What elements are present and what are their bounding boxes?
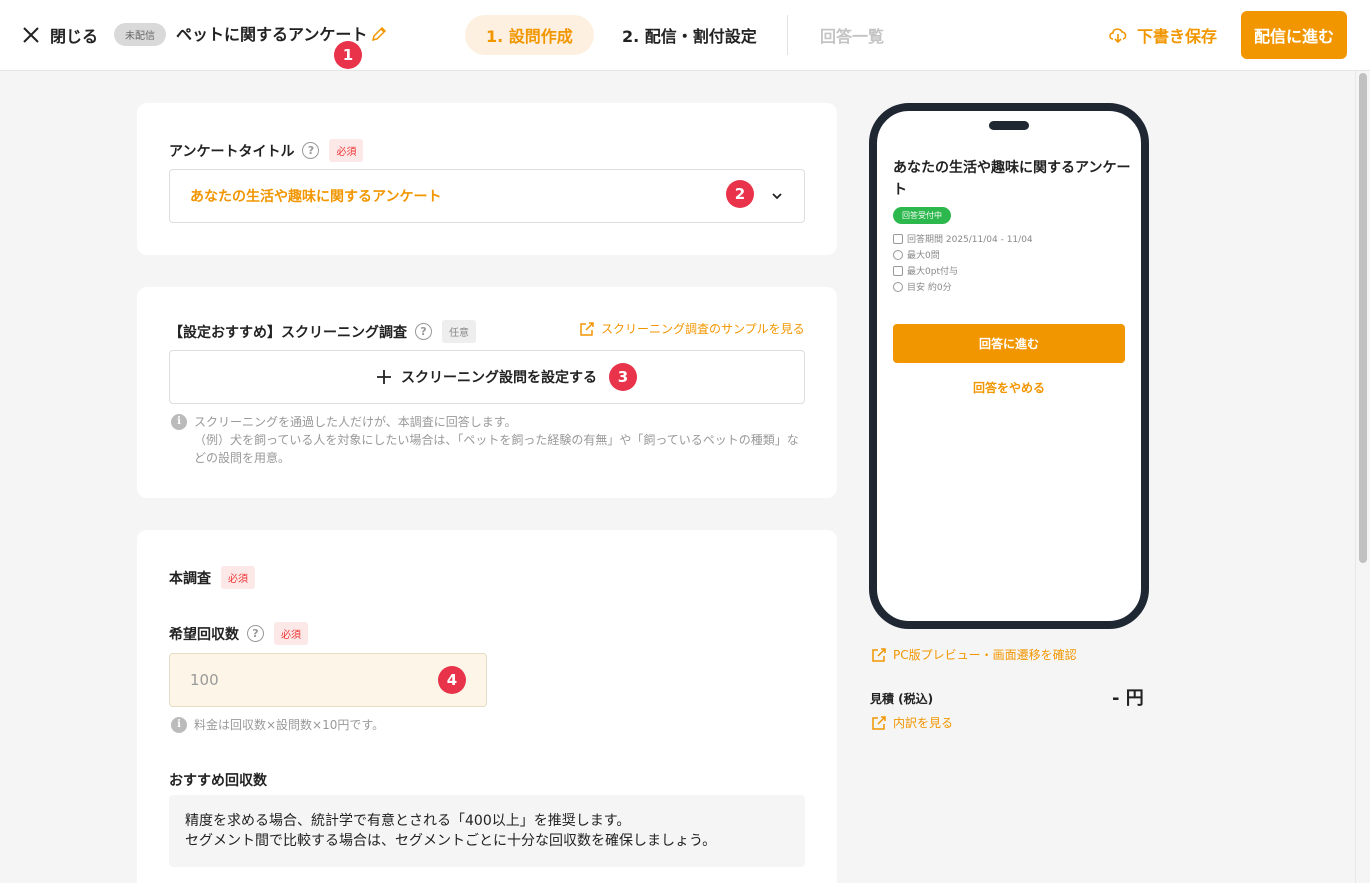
phone-notch (989, 121, 1029, 130)
close-label: 閉じる (50, 27, 99, 46)
preview-time-estimate: 目安 約0分 (893, 280, 952, 293)
annotation-marker: 4 (438, 666, 466, 694)
close-button[interactable]: 閉じる (22, 22, 98, 48)
info-icon: i (171, 717, 187, 733)
main-survey-label: 本調査 必須 (169, 566, 255, 589)
annotation-marker: 1 (334, 41, 362, 69)
chevron-down-icon (772, 193, 782, 200)
preview-max-points: 最大0pt付与 (893, 264, 958, 277)
clock-icon (893, 281, 903, 292)
pc-preview-link[interactable]: PC版プレビュー・画面遷移を確認 (871, 646, 1077, 663)
scrollbar[interactable] (1355, 71, 1370, 883)
estimate-label: 見積 (税込) (870, 692, 934, 706)
edit-pencil-icon[interactable] (370, 25, 388, 43)
screening-info: i スクリーニングを通過した人だけが、本調査に回答します。 （例）犬を飼っている… (171, 413, 799, 467)
preview-status-badge: 回答受付中 (893, 207, 951, 224)
survey-name: ペットに関するアンケート (176, 25, 368, 44)
survey-title-card: アンケートタイトル ? 必須 あなたの生活や趣味に関するアンケート 2 (137, 103, 837, 255)
required-tag: 必須 (274, 622, 308, 645)
plus-icon (377, 370, 391, 384)
status-badge: 未配信 (114, 23, 166, 46)
question-icon (893, 249, 903, 260)
annotation-marker: 3 (609, 363, 637, 391)
scrollbar-thumb[interactable] (1359, 73, 1367, 563)
tab-divider (787, 15, 788, 55)
screening-label: 【設定おすすめ】スクリーニング調査 ? 任意 (169, 320, 476, 343)
help-icon[interactable]: ? (302, 142, 320, 159)
tab-distribution-settings[interactable]: 2. 配信・割付設定 (622, 15, 757, 55)
preview-max-questions: 最大0問 (893, 248, 940, 261)
tab-answer-list[interactable]: 回答一覧 (820, 15, 884, 55)
desired-count-label: 希望回収数 ? 必須 (169, 622, 308, 645)
preview-stop-button[interactable]: 回答をやめる (893, 379, 1125, 396)
help-icon[interactable]: ? (247, 625, 264, 642)
preview-answer-button[interactable]: 回答に進む (893, 324, 1125, 363)
add-screening-question-button[interactable]: スクリーニング設問を設定する (169, 350, 805, 404)
external-link-icon (872, 715, 886, 730)
preview-period: 回答期間 2025/11/04 - 11/04 (893, 232, 1033, 245)
pricing-info: i 料金は回収数×設問数×10円です。 (171, 716, 384, 734)
survey-title-label: アンケートタイトル ? 必須 (169, 139, 364, 162)
screening-sample-link[interactable]: スクリーニング調査のサンプルを見る (579, 320, 805, 337)
external-link-icon (872, 647, 886, 662)
calendar-icon (893, 233, 903, 244)
top-header: 閉じる 未配信 ペットに関するアンケート 1 1. 設問作成 2. 配信・割付設… (0, 0, 1370, 71)
screening-card: 【設定おすすめ】スクリーニング調査 ? 任意 スクリーニング調査のサンプルを見る… (137, 287, 837, 498)
recommended-count-box: 精度を求める場合、統計学で有意とされる「400以上」を推奨します。 セグメント間… (169, 795, 805, 867)
main-survey-card: 本調査 必須 希望回収数 ? 必須 100 4 i 料金は回収数×設問数×10円… (137, 530, 837, 883)
cloud-download-icon (1109, 28, 1127, 44)
save-draft-label: 下書き保存 (1137, 27, 1218, 46)
mobile-preview: あなたの生活や趣味に関するアンケート 回答受付中 回答期間 2025/11/04… (869, 103, 1149, 629)
info-icon: i (171, 414, 187, 430)
proceed-to-distribution-button[interactable]: 配信に進む (1241, 11, 1347, 59)
recommended-count-label: おすすめ回収数 (169, 773, 267, 789)
survey-title-select[interactable]: あなたの生活や趣味に関するアンケート (169, 169, 805, 223)
preview-title: あなたの生活や趣味に関するアンケート (893, 160, 1131, 198)
survey-title-value: あなたの生活や趣味に関するアンケート (190, 189, 442, 205)
breakdown-link[interactable]: 内訳を見る (871, 714, 953, 731)
estimate-value: - 円 (1112, 688, 1144, 709)
optional-tag: 任意 (442, 320, 476, 343)
external-link-icon (580, 321, 594, 336)
tab-question-creation[interactable]: 1. 設問作成 (465, 15, 594, 55)
close-icon (23, 27, 39, 43)
required-tag: 必須 (221, 566, 255, 589)
annotation-marker: 2 (726, 180, 754, 208)
gift-icon (893, 265, 903, 276)
required-tag: 必須 (329, 139, 364, 162)
save-draft-button[interactable]: 下書き保存 (1108, 22, 1217, 48)
help-icon[interactable]: ? (415, 323, 432, 340)
